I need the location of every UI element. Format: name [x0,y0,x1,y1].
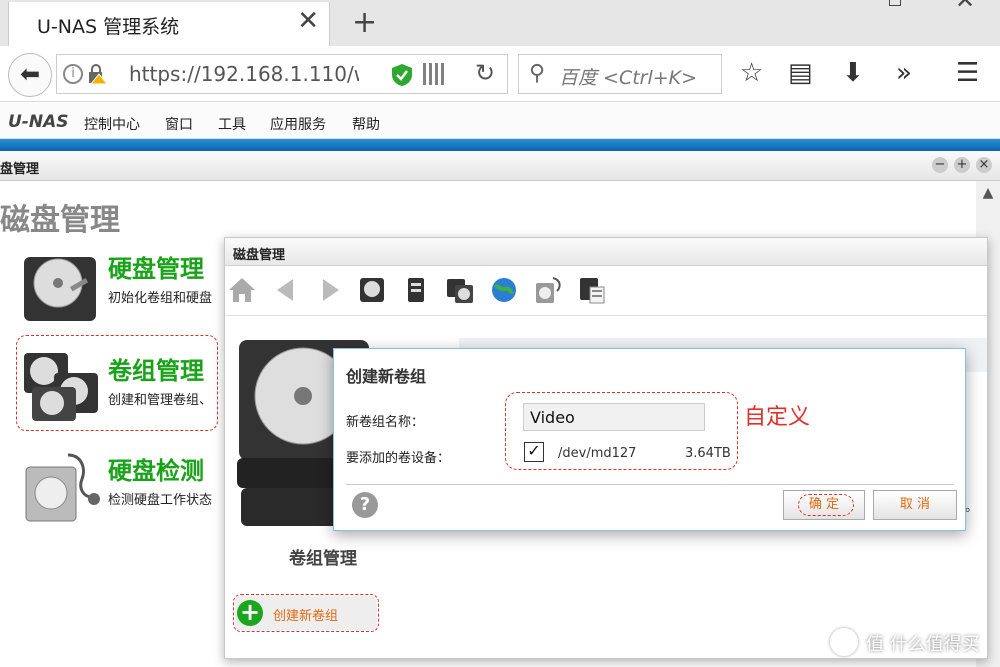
help-icon[interactable]: ? [352,492,378,518]
download-icon[interactable]: ⬇ [842,58,864,88]
browser-tab[interactable]: U-NAS 管理系统 ✕ [8,2,330,46]
cancel-button[interactable]: 取 消 [873,490,957,520]
window-maximize-icon[interactable] [889,0,901,6]
feature-desc-disk-management: 初始化卷组和硬盘 [108,291,213,306]
url-text[interactable]: https://192.168.1.110/w [129,62,359,86]
tab-title: U-NAS 管理系统 [37,16,180,38]
input-highlight [505,392,738,470]
lock-warning-icon[interactable] [87,63,107,85]
volume-management-label: 卷组管理 [289,549,357,569]
device-label: 要添加的卷设备： [346,451,451,466]
search-input[interactable]: ⚲ 百度 <Ctrl+K> [518,54,722,94]
hamburger-menu-icon[interactable]: ☰ [956,58,979,88]
volume-name-label: 新卷组名称： [346,415,425,430]
minimize-button[interactable]: − [932,157,948,173]
modal-title: 创建新卷组 [346,367,427,386]
browser-nav-bar: ⬅ i https://192.168.1.110/w ↻ ⚲ 百度 <Ctrl… [0,46,1000,102]
volume-icon[interactable] [401,275,431,305]
qr-code-icon[interactable] [423,63,445,85]
network-globe-icon[interactable] [489,275,519,305]
accent-bar [0,139,1000,151]
maximize-button[interactable]: + [954,157,970,173]
home-icon[interactable] [227,275,257,305]
selection-highlight [16,335,218,431]
feature-title-disk-management[interactable]: 硬盘管理 [108,249,204,284]
window-title: 盘管理 [0,162,40,177]
watermark: 值 什么值得买 [866,634,980,655]
create-volume-group-modal: 创建新卷组 新卷组名称： 要添加的卷设备： ✓ /dev/md127 3.64T… [333,348,966,531]
menu-window[interactable]: 窗口 [165,114,193,134]
app-menu-bar: U-NAS 控制中心 窗口 工具 应用服务 帮助 [0,103,1000,139]
dialog-title: 磁盘管理 [233,248,286,263]
search-placeholder: 百度 <Ctrl+K> [559,67,698,89]
disk-group-icon[interactable] [445,275,475,305]
brand-logo: U-NAS [8,112,69,132]
forward-arrow-icon[interactable] [315,275,345,305]
menu-control-center[interactable]: 控制中心 [84,114,140,134]
dialog-toolbar [225,266,987,316]
new-tab-icon[interactable]: + [352,5,377,40]
window-titlebar[interactable]: 盘管理 − + × [0,151,1000,181]
back-icon[interactable]: ⬅ [8,53,52,97]
overflow-icon[interactable]: » [896,58,912,88]
search-icon: ⚲ [529,61,546,86]
feature-title-disk-check[interactable]: 硬盘检测 [108,451,204,486]
modal-divider [346,484,954,485]
reload-icon[interactable]: ↻ [475,59,495,87]
ok-button-highlight [798,494,854,516]
page-title: 磁盘管理 [0,203,120,238]
disk-check-icon[interactable] [22,449,102,525]
close-button[interactable]: × [976,157,992,173]
disk-check-tool-icon[interactable] [533,275,563,305]
partial-text: 。 [965,500,979,515]
annotation-custom: 自定义 [744,405,811,430]
back-arrow-icon[interactable] [271,275,301,305]
menu-tools[interactable]: 工具 [218,114,246,134]
browser-tab-bar: U-NAS 管理系统 ✕ + ✕ [0,0,1000,46]
bookmark-star-icon[interactable]: ☆ [740,58,763,88]
info-icon[interactable]: i [63,64,83,84]
menu-help[interactable]: 帮助 [352,114,380,134]
window-close-icon[interactable]: ✕ [955,0,975,14]
shield-icon[interactable] [391,63,413,87]
tab-close-icon[interactable]: ✕ [297,6,319,36]
dialog-titlebar[interactable]: 磁盘管理 [225,238,987,266]
url-bar[interactable]: i https://192.168.1.110/w ↻ [56,54,508,94]
disk-info-icon[interactable] [577,275,607,305]
disk-icon[interactable] [357,275,387,305]
hard-disk-icon[interactable] [20,251,100,327]
reading-list-icon[interactable]: ▤ [788,58,813,88]
feature-desc-disk-check: 检测硬盘工作状态 [108,493,213,508]
create-button-highlight [233,594,379,632]
menu-app-services[interactable]: 应用服务 [270,114,326,134]
scroll-up-icon[interactable]: ▲ [976,185,1000,201]
